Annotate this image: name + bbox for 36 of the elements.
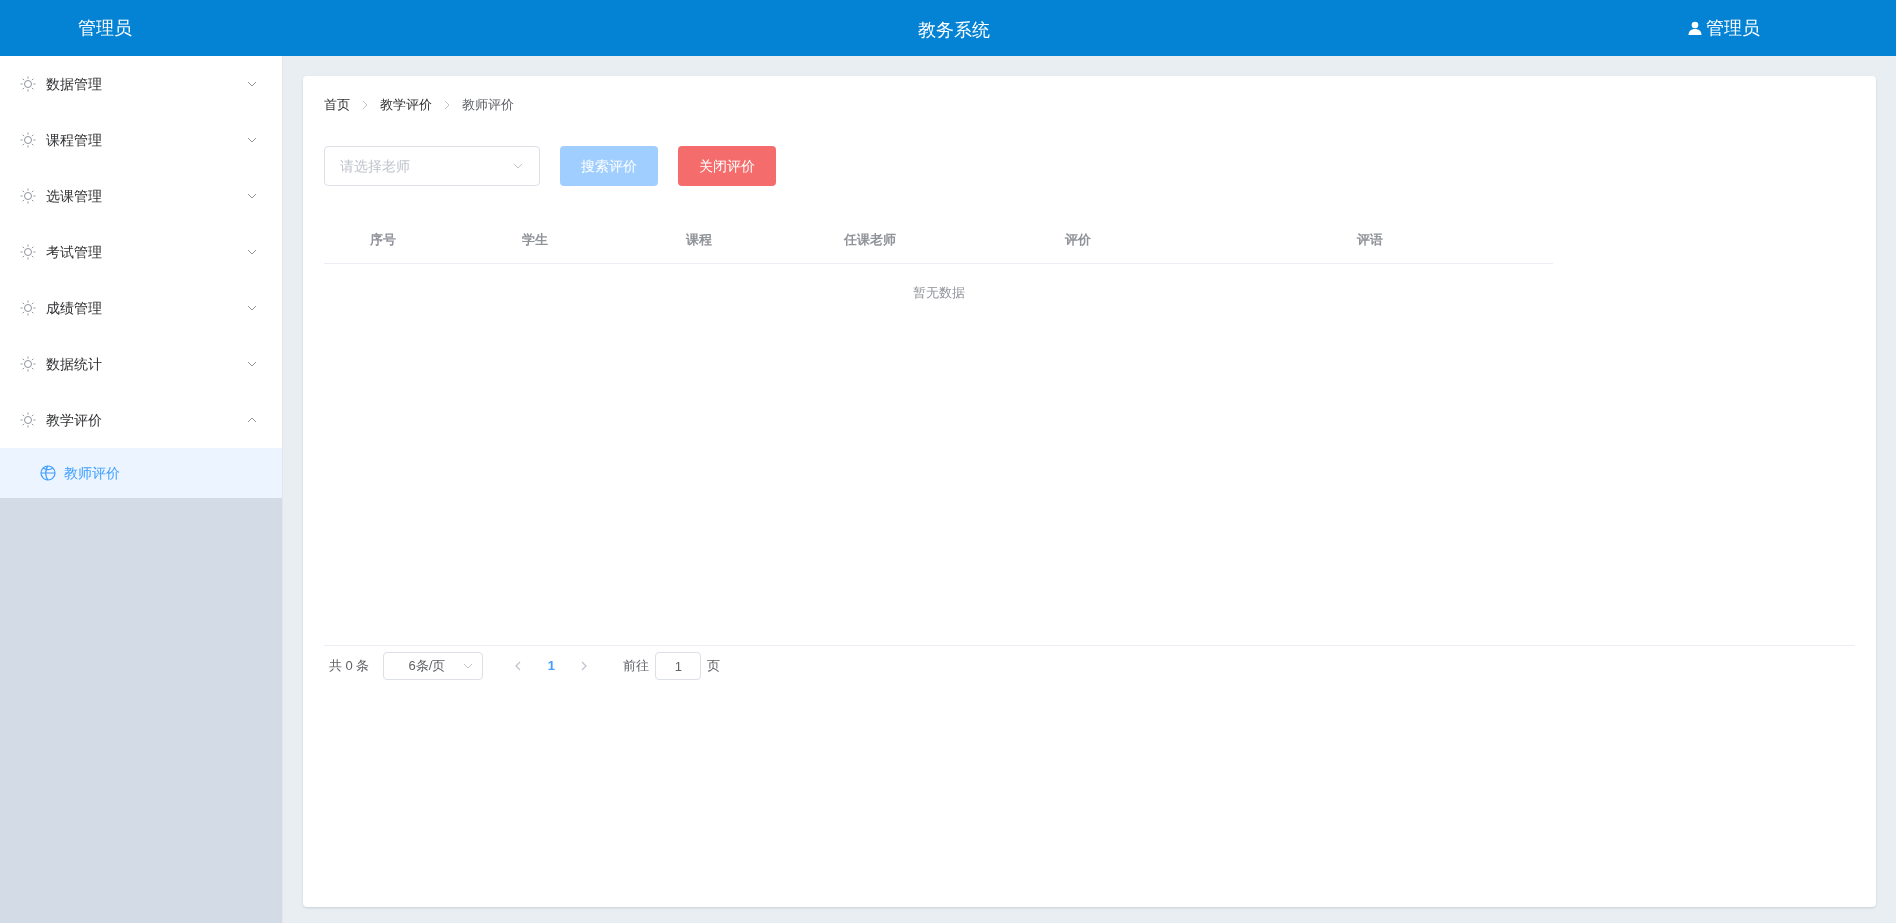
page-input[interactable]: 1 <box>655 652 702 680</box>
empty-text: 暂无数据 <box>912 285 965 300</box>
chevron-right-icon <box>442 100 452 110</box>
breadcrumb-item[interactable]: 首页 <box>324 95 350 115</box>
column-header: 序号 <box>369 230 397 249</box>
page-size-select[interactable]: 6条/页 <box>383 652 484 680</box>
sun-icon <box>20 132 36 148</box>
user-menu[interactable]: 管理员 <box>1688 14 1760 42</box>
breadcrumb-item: 教师评价 <box>462 96 514 115</box>
column-header: 评语 <box>1355 230 1384 249</box>
column-header: 课程 <box>684 230 713 249</box>
menu-item[interactable]: 考试管理 <box>0 224 282 280</box>
menu-item[interactable]: 教学评价 <box>0 392 282 448</box>
breadcrumb-item[interactable]: 教学评价 <box>380 95 432 115</box>
sun-icon <box>20 300 36 316</box>
chevron-right-icon <box>360 100 370 110</box>
total-count: 共 0 条 <box>329 657 370 676</box>
page-suffix: 页 <box>707 657 721 676</box>
menu-item[interactable]: 数据管理 <box>0 56 282 112</box>
goto-label: 前往 <box>623 657 650 676</box>
menu-item[interactable]: 成绩管理 <box>0 280 282 336</box>
app-brand: 管理员 <box>77 16 133 40</box>
sun-icon <box>20 244 36 260</box>
column-header: 任课老师 <box>842 230 897 249</box>
column-header: 评价 <box>1064 230 1092 249</box>
sun-icon <box>20 188 36 204</box>
user-icon <box>1688 21 1702 35</box>
app-title: 教务系统 <box>918 19 990 42</box>
menu-item[interactable]: 课程管理 <box>0 112 282 168</box>
sun-icon <box>20 76 36 92</box>
sun-icon <box>20 412 36 428</box>
menu-item[interactable]: 数据统计 <box>0 336 282 392</box>
ball-icon <box>40 465 56 481</box>
menu-item[interactable]: 选课管理 <box>0 168 282 224</box>
column-header: 学生 <box>521 230 549 249</box>
sun-icon <box>20 356 36 372</box>
